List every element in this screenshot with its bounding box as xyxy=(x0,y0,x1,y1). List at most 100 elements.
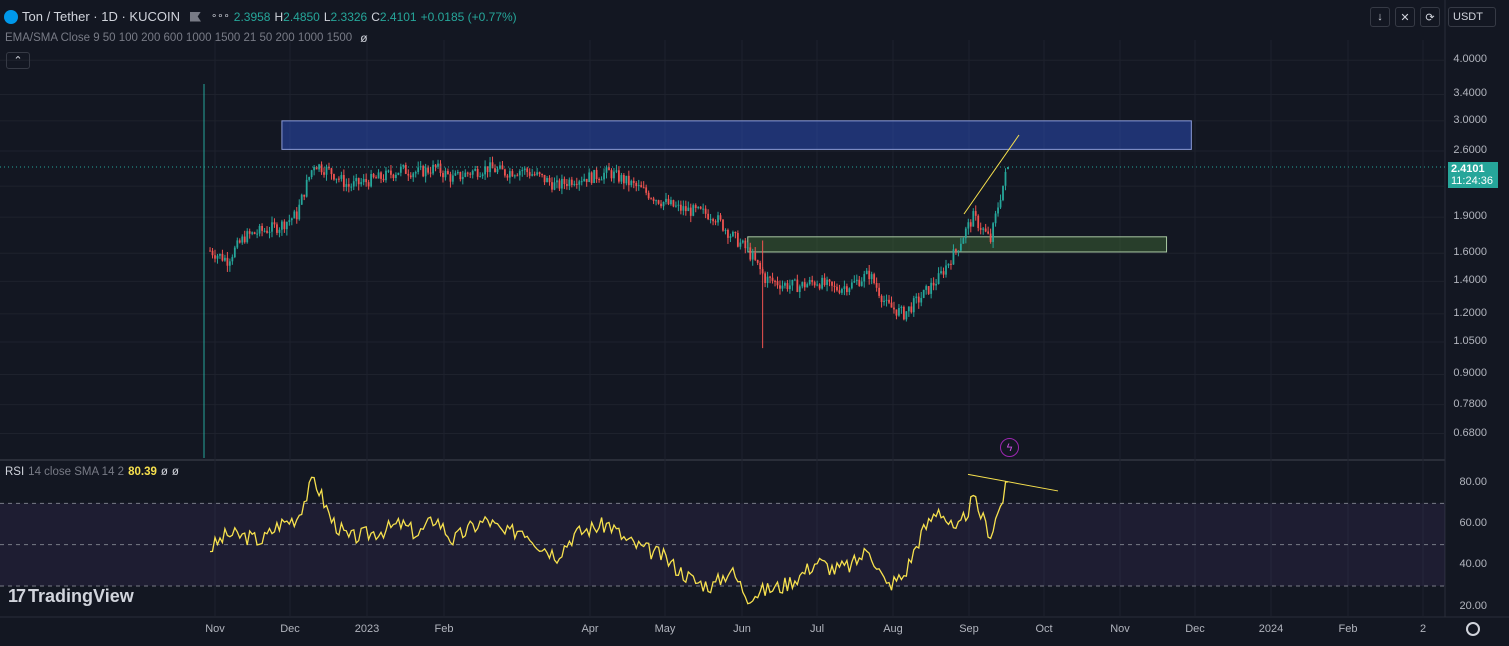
rsi-label: RSI xyxy=(5,466,25,478)
candle-body xyxy=(917,296,920,303)
candle-body xyxy=(233,247,236,258)
candle-body xyxy=(489,162,491,173)
candle-body xyxy=(504,169,506,176)
candle-body xyxy=(501,165,504,170)
candle-body xyxy=(935,284,937,286)
price-scale-label: 0.7800 xyxy=(1453,397,1487,410)
more-menu-button[interactable]: ∘∘∘ xyxy=(211,11,230,22)
candle-body xyxy=(362,178,365,183)
candle-body xyxy=(273,222,276,225)
candle-body xyxy=(246,231,249,243)
candle-body xyxy=(912,298,915,313)
collapse-legend-button[interactable]: ⌃ xyxy=(6,52,30,69)
candle-body xyxy=(987,231,990,234)
candle-body xyxy=(293,211,296,219)
candle-body xyxy=(709,219,712,221)
candle-body xyxy=(437,163,439,167)
time-axis-label: 2 xyxy=(1419,623,1427,635)
indicator-legend[interactable]: EMA/SMA Close 9 50 100 200 600 1000 1500… xyxy=(5,31,368,45)
candle-body xyxy=(717,215,719,223)
candle-body xyxy=(974,211,977,216)
rsi-scale-label: 40.00 xyxy=(1459,558,1487,571)
candle-body xyxy=(702,208,705,210)
candle-body xyxy=(798,286,801,292)
rsi-scale-label: 80.00 xyxy=(1459,475,1487,488)
candle-body xyxy=(556,180,558,183)
candle-body xyxy=(248,231,251,234)
candle-body xyxy=(258,225,261,234)
candle-body xyxy=(531,174,534,176)
candle-body xyxy=(585,178,588,183)
candle-body xyxy=(412,173,415,178)
currency-select[interactable]: USDT xyxy=(1448,7,1496,27)
candle-body xyxy=(565,184,568,187)
candle-body xyxy=(883,300,885,303)
candle-body xyxy=(352,181,355,187)
collapse-button[interactable]: ✕ xyxy=(1395,7,1415,27)
candle-body xyxy=(618,170,620,182)
candle-body xyxy=(707,213,710,220)
candle-body xyxy=(999,200,1002,208)
candle-body xyxy=(647,192,650,199)
lightning-alert-icon[interactable]: ϟ xyxy=(1000,438,1019,457)
candle-body xyxy=(729,236,732,238)
candle-body xyxy=(469,173,472,175)
candle-body xyxy=(902,306,905,320)
rsi-legend[interactable]: RSI 14 close SMA 14 2 80.39 ø ø xyxy=(5,466,179,478)
candle-body xyxy=(697,206,700,209)
candle-body xyxy=(806,284,809,288)
candle-body xyxy=(600,179,603,181)
price-chart[interactable] xyxy=(0,0,1509,646)
candle-body xyxy=(407,173,410,176)
maximize-button[interactable]: ⟳ xyxy=(1420,7,1440,27)
chart-root xyxy=(0,0,1509,646)
candle-body xyxy=(1002,185,1004,201)
candle-body xyxy=(875,283,878,288)
candle-body xyxy=(989,233,992,242)
candle-body xyxy=(853,281,856,283)
candle-body xyxy=(447,170,449,175)
candle-body xyxy=(380,172,382,179)
candle-body xyxy=(253,232,256,234)
candle-body xyxy=(994,213,997,224)
eye-off-icon[interactable]: ø xyxy=(360,31,367,45)
scroll-down-button[interactable]: ↓ xyxy=(1370,7,1390,27)
candle-body xyxy=(625,175,628,184)
candle-body xyxy=(759,262,762,270)
candle-body xyxy=(442,172,444,178)
candle-body xyxy=(330,168,333,175)
candle-body xyxy=(375,177,377,179)
candle-body xyxy=(888,299,890,303)
symbol-title[interactable]: Ton / Tether · 1D · KUCOIN xyxy=(22,9,180,24)
candle-body xyxy=(969,222,972,227)
symbol-logo-icon[interactable] xyxy=(4,9,18,24)
candle-body xyxy=(893,307,895,310)
price-scale-label: 3.4000 xyxy=(1453,87,1487,100)
candle-body xyxy=(320,164,323,173)
price-scale-label: 4.0000 xyxy=(1453,53,1487,66)
candle-body xyxy=(823,277,826,285)
candle-body xyxy=(860,281,863,286)
time-axis-label: Jul xyxy=(809,623,825,635)
candle-body xyxy=(300,194,303,205)
candle-body xyxy=(516,175,519,177)
candle-body xyxy=(937,273,940,285)
candle-body xyxy=(727,229,729,238)
candle-body xyxy=(811,280,814,283)
tradingview-logo[interactable]: 17 TradingView xyxy=(8,586,134,607)
candle-body xyxy=(610,170,613,179)
candle-body xyxy=(630,180,633,186)
rsi-value: 80.39 xyxy=(128,466,157,478)
candle-body xyxy=(615,170,618,172)
settings-gear-icon[interactable] xyxy=(1466,622,1480,636)
candle-body xyxy=(561,178,563,189)
candle-body xyxy=(850,282,853,289)
candle-body xyxy=(340,175,343,179)
candle-body xyxy=(803,282,806,288)
candle-body xyxy=(672,200,675,207)
last-price-value: 2.4101 xyxy=(1451,163,1485,175)
time-axis-label: Dec xyxy=(1185,623,1205,635)
flag-icon[interactable] xyxy=(189,11,201,22)
candle-body xyxy=(865,270,868,274)
candle-body xyxy=(518,171,521,176)
